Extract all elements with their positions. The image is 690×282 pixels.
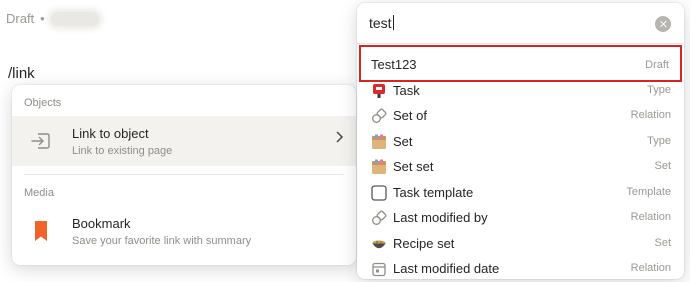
relation-icon: [371, 210, 387, 226]
set-box-icon: [371, 134, 387, 150]
menu-item-title: Link to object: [72, 126, 149, 141]
search-result-task[interactable]: Task Type: [357, 78, 684, 103]
set-box-icon: [371, 159, 387, 175]
slash-menu: Objects Link to object Link to existing …: [12, 85, 356, 265]
search-query: test: [369, 15, 392, 31]
section-title-objects: Objects: [24, 97, 62, 109]
editor-header: Draft •: [6, 11, 99, 26]
search-result-recipe-set[interactable]: Recipe set Set: [357, 231, 684, 256]
result-type: Relation: [630, 211, 671, 223]
menu-divider: [24, 174, 344, 175]
task-stamp-icon: [371, 83, 387, 99]
search-input[interactable]: test: [357, 3, 684, 44]
result-name: Set of: [393, 108, 427, 123]
search-result-last-modified-by[interactable]: Last modified by Relation: [357, 205, 684, 230]
menu-item-subtitle: Link to existing page: [72, 145, 173, 157]
text-caret: [392, 15, 394, 30]
status-separator: •: [40, 11, 45, 26]
result-type: Template: [626, 186, 671, 198]
menu-item-title: Bookmark: [72, 216, 131, 231]
result-type: Relation: [630, 262, 671, 274]
checkbox-icon: [371, 185, 387, 201]
blurred-object-name: [50, 11, 99, 26]
result-type: Set: [654, 237, 671, 249]
section-title-media: Media: [24, 187, 54, 199]
result-type: Type: [647, 84, 671, 96]
menu-item-link-to-object[interactable]: Link to object Link to existing page: [12, 116, 356, 166]
result-name: Test123: [371, 57, 417, 72]
result-type: Relation: [630, 109, 671, 121]
chevron-right-icon: [334, 130, 344, 149]
result-type: Set: [654, 160, 671, 172]
search-result-set[interactable]: Set Type: [357, 129, 684, 154]
result-name: Set: [393, 134, 413, 149]
result-name: Last modified date: [393, 261, 500, 276]
bowl-icon: [371, 236, 387, 252]
result-type: Type: [647, 135, 671, 147]
result-name: Task template: [393, 185, 474, 200]
menu-item-bookmark[interactable]: Bookmark Save your favorite link with su…: [12, 206, 356, 256]
search-result-set-set[interactable]: Set set Set: [357, 154, 684, 179]
relation-icon: [371, 108, 387, 124]
slash-command-text[interactable]: /link: [8, 65, 35, 82]
search-result-set-of[interactable]: Set of Relation: [357, 103, 684, 128]
object-search-popup: test Test123 Draft Task Type Set of Rela…: [357, 3, 684, 279]
draft-status: Draft: [6, 11, 35, 26]
result-type: Draft: [645, 59, 669, 71]
bookmark-icon: [29, 219, 53, 243]
search-result-test123[interactable]: Test123 Draft: [359, 45, 682, 82]
calendar-icon: [371, 261, 387, 277]
clear-search-icon[interactable]: [655, 16, 671, 32]
result-name: Recipe set: [393, 236, 455, 251]
result-name: Last modified by: [393, 210, 488, 225]
result-name: Set set: [393, 159, 434, 174]
search-result-last-modified-date[interactable]: Last modified date Relation: [357, 256, 684, 279]
search-result-task-template[interactable]: Task template Template: [357, 180, 684, 205]
menu-item-subtitle: Save your favorite link with summary: [72, 235, 252, 247]
link-arrow-icon: [29, 129, 53, 153]
result-name: Task: [393, 83, 420, 98]
